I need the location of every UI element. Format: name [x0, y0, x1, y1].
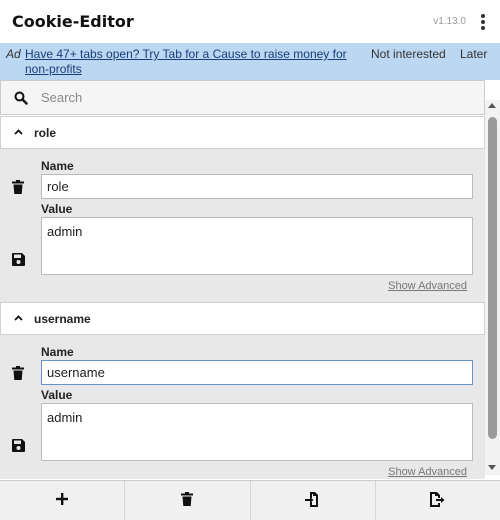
- value-label: Value: [41, 388, 73, 402]
- save-cookie-icon[interactable]: [12, 253, 26, 267]
- cookie-value-field[interactable]: admin: [41, 403, 473, 461]
- cookie-list: role Name Value admin Show Advanced user…: [0, 116, 485, 479]
- delete-all-button[interactable]: [125, 481, 251, 520]
- show-advanced-link[interactable]: Show Advanced: [388, 466, 467, 478]
- cookie-name: role: [34, 125, 57, 140]
- delete-cookie-icon[interactable]: [12, 366, 26, 380]
- kebab-menu-icon[interactable]: [478, 13, 488, 30]
- chevron-up-icon: [14, 127, 28, 138]
- version-label: v1.13.0: [433, 16, 466, 27]
- bottom-toolbar: [0, 480, 500, 520]
- trash-icon: [181, 492, 194, 509]
- cookie-header-role[interactable]: role: [0, 116, 485, 149]
- vertical-scrollbar[interactable]: [485, 100, 500, 475]
- search-input[interactable]: [41, 81, 484, 114]
- scroll-thumb[interactable]: [488, 117, 497, 439]
- cookie-name-field[interactable]: [41, 174, 473, 199]
- name-label: Name: [41, 159, 74, 173]
- not-interested-button[interactable]: Not interested: [371, 47, 446, 62]
- name-label: Name: [41, 345, 74, 359]
- scroll-up-arrow-icon[interactable]: [488, 103, 496, 108]
- show-advanced-link[interactable]: Show Advanced: [388, 280, 467, 292]
- app-title: Cookie-Editor: [12, 12, 134, 31]
- delete-cookie-icon[interactable]: [12, 180, 26, 194]
- chevron-up-icon: [14, 313, 28, 324]
- export-button[interactable]: [376, 481, 500, 520]
- ad-banner: Ad Have 47+ tabs open? Try Tab for a Cau…: [0, 43, 500, 80]
- import-button[interactable]: [251, 481, 376, 520]
- later-button[interactable]: Later: [460, 47, 487, 62]
- search-bar: [0, 80, 485, 115]
- cookie-name-field[interactable]: [41, 360, 473, 385]
- cookie-header-username[interactable]: username: [0, 302, 485, 335]
- export-icon: [430, 491, 445, 510]
- add-cookie-button[interactable]: [0, 481, 126, 520]
- ad-link[interactable]: Have 47+ tabs open? Try Tab for a Cause …: [25, 47, 355, 77]
- value-label: Value: [41, 202, 73, 216]
- cookie-value-field[interactable]: admin: [41, 217, 473, 275]
- ad-tag: Ad: [6, 47, 21, 61]
- search-icon: [1, 91, 41, 105]
- import-icon: [305, 491, 320, 510]
- save-cookie-icon[interactable]: [12, 439, 26, 453]
- app-header: Cookie-Editor v1.13.0: [0, 0, 500, 43]
- plus-icon: [56, 493, 69, 508]
- scroll-down-arrow-icon[interactable]: [488, 465, 496, 470]
- cookie-name: username: [34, 311, 91, 326]
